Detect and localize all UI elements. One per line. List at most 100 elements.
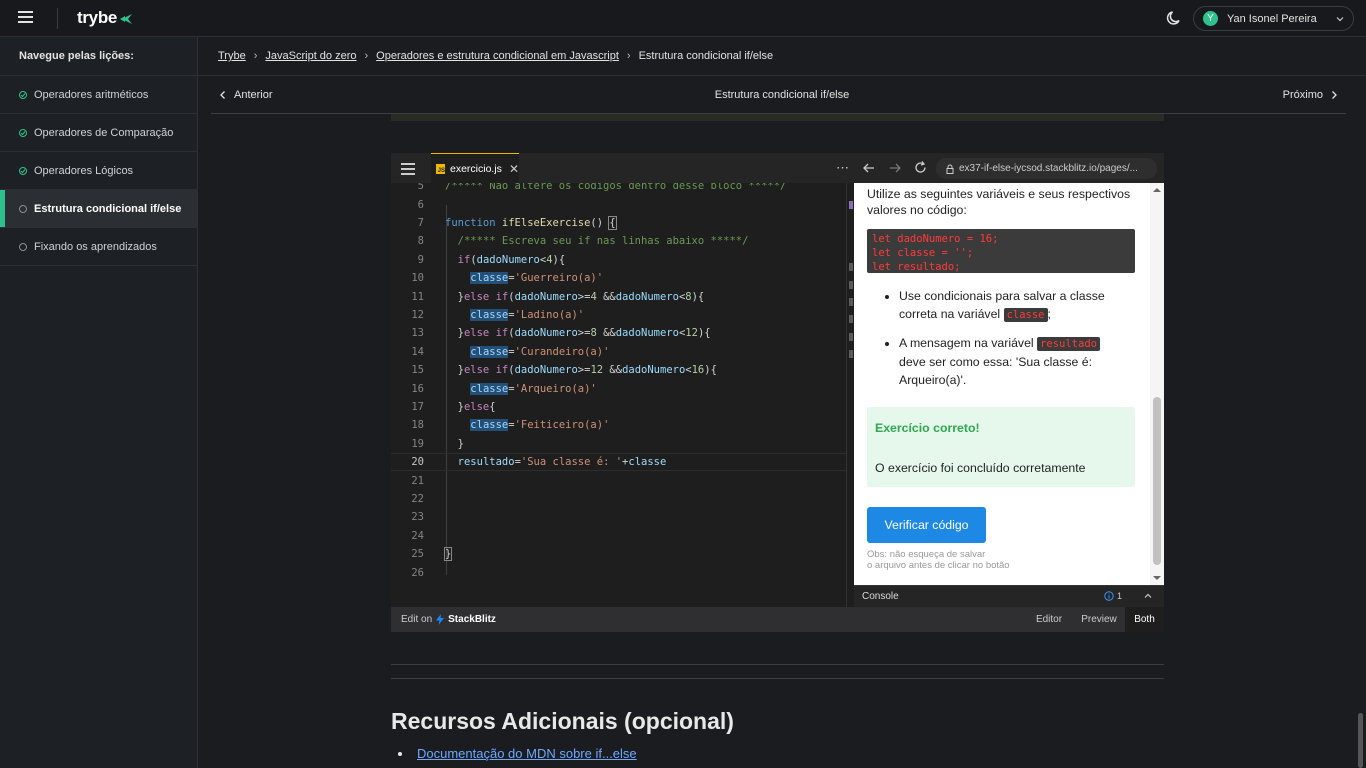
scrollbar-thumb[interactable]: [1153, 397, 1161, 565]
line-number: 8: [417, 235, 424, 248]
code-block-line: let dadoNumero = 16;: [872, 233, 999, 245]
breadcrumb-current: Estrutura condicional if/else: [638, 50, 774, 62]
divider: [391, 678, 1164, 679]
line-number: 25: [411, 548, 424, 561]
sidebar-item-fixando-aprendizados[interactable]: Fixando os aprendizados: [0, 228, 197, 266]
stackblitz-link[interactable]: StackBlitz: [436, 614, 496, 625]
breadcrumb: Trybe › JavaScript do zero › Operadores …: [198, 37, 1366, 76]
console-bar[interactable]: Console 1: [854, 585, 1164, 607]
forward-arrow-icon[interactable]: [888, 161, 902, 175]
user-menu[interactable]: Y Yan Isonel Pereira: [1193, 6, 1354, 31]
explorer-menu-icon[interactable]: [401, 163, 415, 178]
success-alert: Exercício correto! O exercício foi concl…: [867, 407, 1135, 487]
line-number: 16: [411, 382, 424, 395]
line-number: 12: [411, 308, 424, 321]
sidebar-item-label: Operadores aritméticos: [34, 88, 149, 101]
preview-pane: Utilize as seguintes variáveis e seus re…: [854, 183, 1164, 585]
sidebar-item-operadores-aritmeticos[interactable]: Operadores aritméticos: [0, 76, 197, 114]
preview-url-bar[interactable]: ex37-if-else-iycsod.stackblitz.io/pages/…: [936, 158, 1157, 179]
bullet-text: ;: [1047, 307, 1051, 321]
scroll-up-icon[interactable]: [1150, 185, 1164, 195]
note-line: Obs: não esqueça de salvar: [867, 549, 986, 560]
verify-code-button[interactable]: Verificar código: [867, 507, 986, 543]
code-line: 8 /***** Escreva seu if nas linhas abaix…: [391, 232, 846, 250]
sidebar-title: Navegue pelas lições:: [0, 37, 197, 76]
line-number: 5: [417, 183, 424, 193]
resources-list: Documentação do MDN sobre if...else: [398, 746, 637, 761]
editor-minimap[interactable]: [846, 183, 854, 607]
view-both-button[interactable]: Both: [1125, 607, 1164, 632]
sidebar-item-operadores-logicos[interactable]: Operadores Lógicos: [0, 152, 197, 190]
close-icon[interactable]: ✕: [509, 162, 519, 176]
next-button[interactable]: Próximo: [1283, 89, 1339, 101]
success-title: Exercício correto!: [875, 421, 980, 435]
scroll-down-icon[interactable]: [1150, 573, 1164, 583]
lesson-title: Estrutura condicional if/else: [714, 88, 850, 101]
code-line: 23: [391, 508, 846, 526]
trybe-logo-icon: [120, 14, 133, 24]
stackblitz-embed: JS exercicio.js ✕ ⋯ ex37-if-else-iycsod.…: [391, 153, 1164, 632]
code-editor[interactable]: 5/***** Não altere os códigos dentro des…: [391, 183, 846, 607]
code-line: 24: [391, 527, 846, 545]
code-line: 14 classe='Curandeiro(a)': [391, 343, 846, 361]
line-number: 22: [411, 492, 424, 505]
line-number: 15: [411, 364, 424, 377]
user-name: Yan Isonel Pereira: [1227, 12, 1317, 25]
back-arrow-icon[interactable]: [862, 161, 876, 175]
top-bar: trybe Y Yan Isonel Pereira: [0, 0, 1366, 37]
tab-exercicio-js[interactable]: JS exercicio.js ✕: [431, 153, 519, 183]
line-number: 7: [417, 216, 424, 229]
console-info[interactable]: 1: [1104, 591, 1122, 601]
check-icon: [19, 128, 27, 137]
line-number: 14: [411, 345, 424, 358]
bullet-text: A mensagem na variável: [899, 336, 1038, 350]
mdn-if-else-link[interactable]: Documentação do MDN sobre if...else: [417, 746, 637, 761]
code-line-current: 20 resultado='Sua classe é: '+classe: [391, 453, 846, 472]
resources-heading: Recursos Adicionais (opcional): [391, 708, 734, 734]
chevron-right-icon: ›: [364, 50, 369, 62]
sidebar-item-estrutura-condicional[interactable]: Estrutura condicional if/else: [0, 190, 197, 228]
view-editor-button[interactable]: Editor: [1029, 607, 1069, 632]
line-number: 19: [411, 437, 424, 450]
content-strip: [391, 114, 1164, 121]
javascript-file-icon: JS: [436, 163, 445, 174]
more-options-icon[interactable]: ⋯: [836, 160, 849, 176]
chevron-down-icon: [1336, 17, 1344, 22]
hamburger-menu-icon[interactable]: [18, 11, 33, 24]
page-scrollbar-thumb[interactable]: [1358, 713, 1363, 768]
info-icon: [1104, 591, 1114, 601]
trybe-logo[interactable]: trybe: [77, 8, 133, 28]
preview-scrollbar[interactable]: [1150, 183, 1164, 585]
reload-icon[interactable]: [913, 160, 928, 175]
line-number: 13: [411, 327, 424, 340]
variables-code-block: let dadoNumero = 16; let classe = ''; le…: [867, 229, 1135, 273]
bullet-dot: [398, 751, 402, 756]
note-line: o arquivo antes de clicar no botão: [867, 560, 1010, 571]
lesson-nav: Estrutura condicional if/else Anterior P…: [198, 76, 1366, 113]
breadcrumb-link-trybe[interactable]: Trybe: [218, 50, 246, 62]
lock-icon: [946, 164, 954, 174]
breadcrumb-link-operadores[interactable]: Operadores e estrutura condicional em Ja…: [376, 50, 619, 62]
previous-button[interactable]: Anterior: [218, 89, 273, 101]
avatar: Y: [1203, 11, 1218, 26]
edit-on-label: Edit on: [401, 614, 433, 625]
view-preview-button[interactable]: Preview: [1077, 607, 1121, 632]
dark-mode-moon-icon[interactable]: [1165, 9, 1183, 27]
divider: [391, 664, 1164, 665]
code-line: 16 classe='Arqueiro(a)': [391, 379, 846, 397]
code-line: 18 classe='Feiticeiro(a)': [391, 416, 846, 434]
sidebar-item-label: Estrutura condicional if/else: [34, 202, 182, 215]
bullet-text: deve ser como essa: 'Sua classe é: Arque…: [899, 355, 1093, 387]
breadcrumb-link-javascript[interactable]: JavaScript do zero: [265, 50, 356, 62]
sidebar-item-operadores-comparacao[interactable]: Operadores de Comparação: [0, 114, 197, 152]
code-line: 26: [391, 563, 846, 581]
line-number: 24: [411, 529, 424, 542]
code-line: 19 }: [391, 435, 846, 453]
sidebar-item-label: Operadores de Comparação: [34, 126, 174, 139]
line-number: 23: [411, 511, 424, 524]
divider: [57, 8, 58, 29]
chevron-up-icon[interactable]: [1143, 591, 1153, 601]
chevron-left-icon: [220, 90, 225, 99]
inline-code: resultado: [1037, 337, 1100, 351]
code-line: 9 if(dadoNumero<4){: [391, 251, 846, 269]
